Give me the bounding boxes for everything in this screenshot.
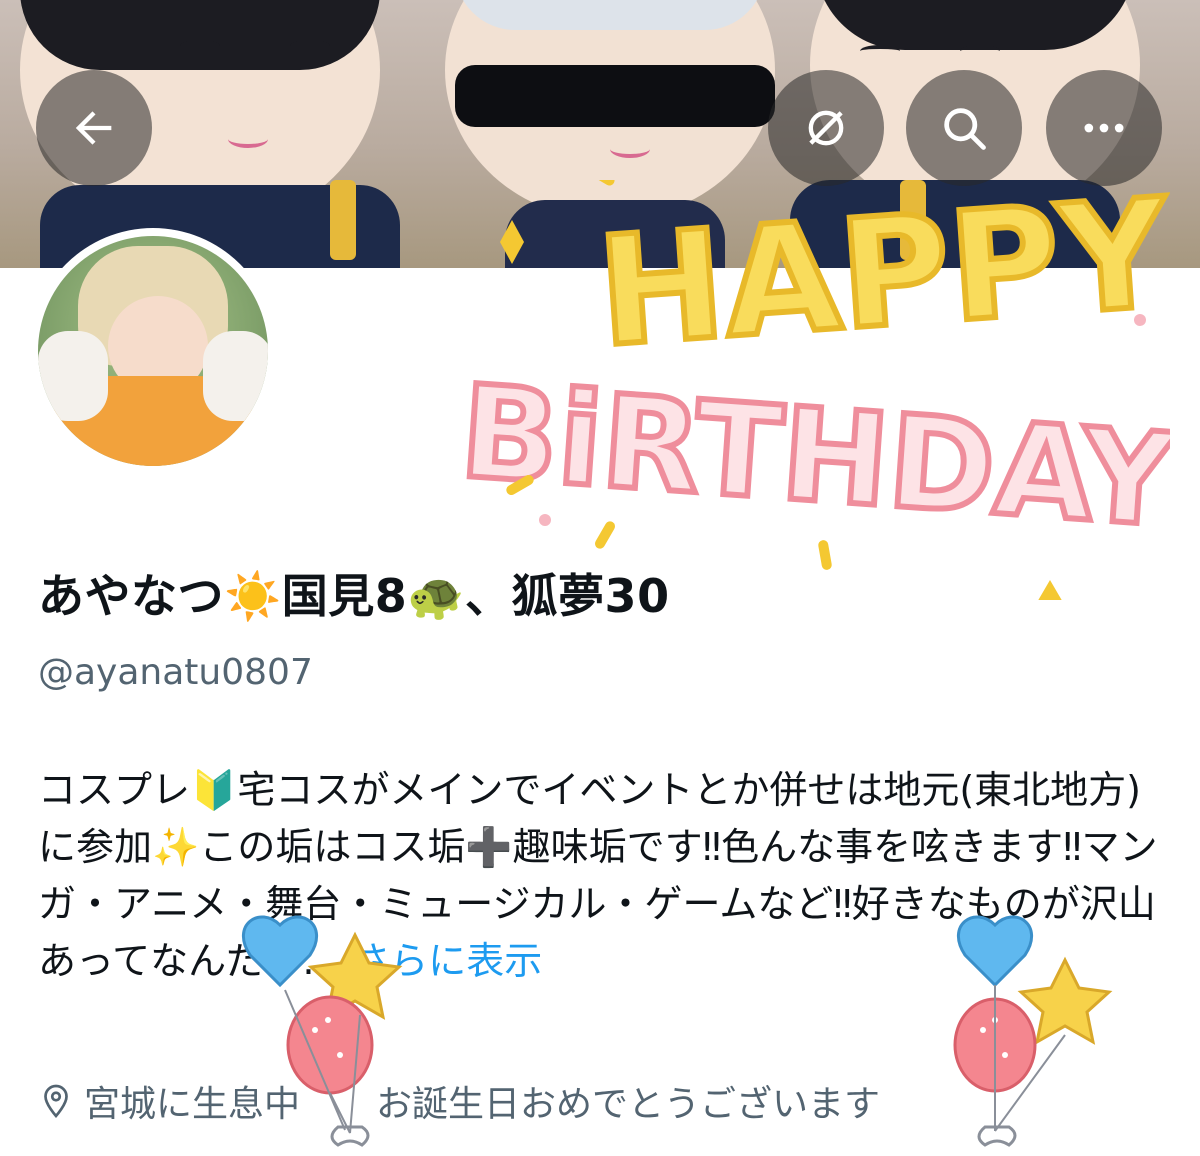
birthday-text: お誕生日おめでとうございます — [376, 1084, 881, 1125]
more-button[interactable] — [1046, 70, 1162, 186]
banner-blindfold — [455, 65, 775, 127]
search-button[interactable] — [906, 70, 1022, 186]
avatar-sleeve-left — [38, 331, 108, 421]
happy-text: HAPPY — [593, 180, 1170, 380]
balloon-dot — [1002, 1052, 1008, 1058]
banner-mouth — [228, 130, 268, 148]
location-pin-icon — [44, 1084, 68, 1119]
round-balloon-icon — [286, 995, 374, 1095]
balloon-bunch-left — [242, 915, 403, 1147]
arrow-left-icon — [75, 111, 112, 145]
banner-eye — [960, 45, 1000, 57]
grok-icon — [808, 110, 844, 146]
balloon-dot — [312, 1027, 318, 1033]
grok-button[interactable] — [768, 70, 884, 186]
confetti-dash — [818, 540, 832, 570]
confetti-dash — [590, 180, 615, 186]
avatar-sleeve-right — [203, 331, 268, 421]
happy-birthday-sticker: HAPPY BiRTHDAY — [453, 180, 1170, 600]
confetti-dash — [595, 521, 615, 549]
profile-meta: 宮城に生息中 お誕生日おめでとうございます — [38, 1075, 880, 1127]
banner-gold-trim — [330, 180, 356, 260]
banner-hair-center — [455, 0, 765, 30]
heart-balloon-icon — [242, 915, 318, 988]
balloon-dot — [980, 1027, 986, 1033]
banner-eye — [290, 40, 330, 52]
avatar[interactable] — [30, 228, 276, 474]
banner-eye — [180, 40, 220, 52]
banner-mouth — [610, 140, 650, 158]
balloon-dot — [325, 1017, 331, 1023]
balloon-bunch-right — [953, 915, 1113, 1147]
back-button[interactable] — [36, 70, 152, 186]
sparkle-icon — [500, 220, 524, 264]
heart-balloon-icon — [957, 915, 1033, 988]
banner-eye — [860, 45, 900, 57]
search-icon — [944, 108, 986, 150]
ellipsis-icon — [1084, 123, 1124, 133]
confetti-dot — [539, 514, 551, 526]
user-handle: @ayanatu0807 — [38, 652, 313, 693]
avatar-photo — [38, 236, 268, 466]
sparkle-icon — [1038, 580, 1062, 600]
birthday-text-art: BiRTHDAY — [456, 358, 1170, 557]
balloon-dot — [337, 1052, 343, 1058]
confetti-dot — [1134, 314, 1146, 326]
banner-hair-left — [20, 0, 380, 70]
